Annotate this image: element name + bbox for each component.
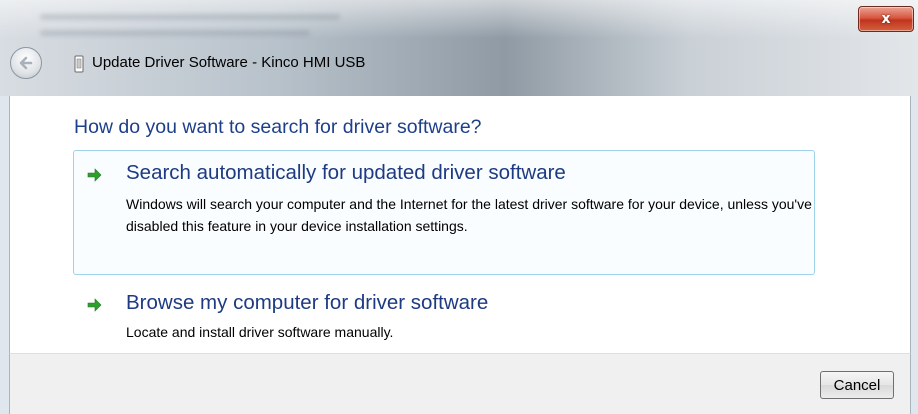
back-arrow-icon — [19, 56, 33, 70]
background-blur — [40, 14, 340, 20]
search-automatically-option[interactable]: Search automatically for updated driver … — [73, 150, 815, 275]
background-blur — [40, 30, 310, 36]
window-title: Update Driver Software - Kinco HMI USB — [92, 54, 366, 71]
option-description: Locate and install driver software manua… — [126, 324, 394, 340]
option-title: Browse my computer for driver software — [126, 291, 489, 314]
update-driver-window: x Update Driver Software - Kinco HMI USB… — [0, 0, 918, 414]
cancel-button[interactable]: Cancel — [820, 371, 894, 399]
page-heading: How do you want to search for driver sof… — [74, 116, 482, 138]
close-button[interactable]: x — [858, 6, 914, 32]
title-bar: x Update Driver Software - Kinco HMI USB — [0, 0, 918, 96]
browse-computer-option[interactable]: Browse my computer for driver software L… — [73, 283, 815, 353]
back-button[interactable] — [10, 47, 42, 79]
button-bar: Cancel — [9, 353, 911, 414]
usb-device-icon — [74, 55, 84, 73]
green-arrow-icon — [87, 298, 102, 312]
wizard-content: How do you want to search for driver sof… — [9, 96, 911, 353]
green-arrow-icon — [87, 168, 102, 182]
close-icon: x — [881, 11, 891, 27]
option-title: Search automatically for updated driver … — [126, 161, 566, 184]
option-description: Windows will search your computer and th… — [126, 196, 812, 234]
